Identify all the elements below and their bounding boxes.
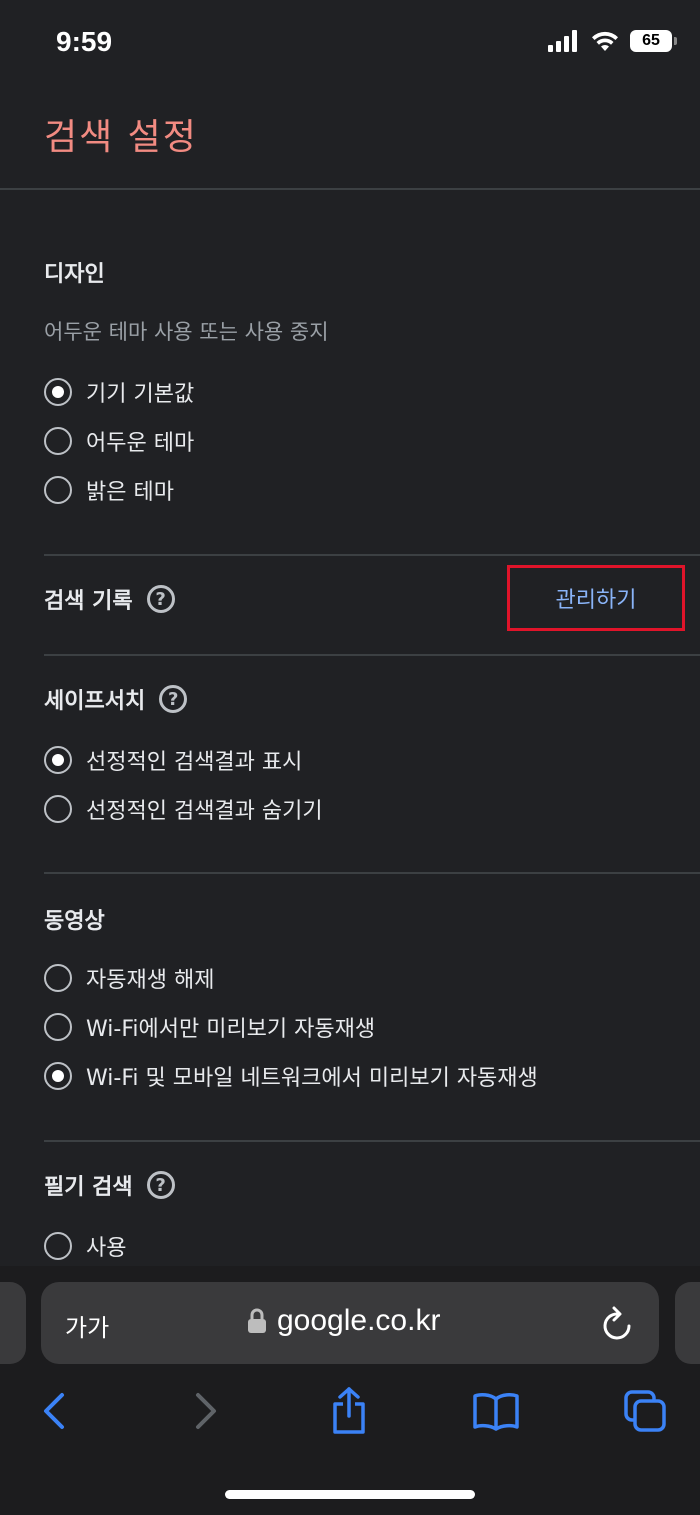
- divider: [44, 872, 700, 874]
- reload-icon[interactable]: [601, 1304, 635, 1342]
- radio-design-dark[interactable]: 어두운 테마: [44, 425, 194, 457]
- radio-button[interactable]: [44, 746, 72, 774]
- next-tab-preview[interactable]: [675, 1282, 700, 1364]
- handwriting-title: 필기 검색: [44, 1175, 133, 1200]
- video-title: 동영상: [44, 909, 105, 934]
- radio-label: 선정적인 검색결과 숨기기: [86, 799, 323, 824]
- section-title-handwriting: 필기 검색 ?: [44, 1169, 175, 1201]
- radio-label: Wi-Fi 및 모바일 네트워크에서 미리보기 자동재생: [86, 1066, 538, 1091]
- chevron-right-icon: [196, 1393, 216, 1429]
- status-time: 9:59: [56, 26, 113, 57]
- section-title-design: 디자인: [44, 256, 105, 288]
- manage-history-link[interactable]: 관리하기: [507, 565, 685, 631]
- radio-label: 기기 기본값: [86, 382, 195, 407]
- address-bar[interactable]: 가가 google.co.kr: [41, 1282, 659, 1364]
- section-title-safesearch: 세이프서치 ?: [44, 683, 188, 715]
- tabs-icon: [624, 1390, 666, 1432]
- radio-button[interactable]: [44, 1062, 72, 1090]
- home-indicator: [225, 1490, 475, 1499]
- radio-button[interactable]: [44, 964, 72, 992]
- forward-button[interactable]: [178, 1384, 232, 1438]
- book-icon: [473, 1393, 519, 1431]
- radio-button[interactable]: [44, 1013, 72, 1041]
- help-icon[interactable]: ?: [146, 1171, 175, 1199]
- share-button[interactable]: [322, 1384, 376, 1438]
- radio-button[interactable]: [44, 427, 72, 455]
- radio-label: 사용: [86, 1236, 127, 1261]
- status-icons: 65: [548, 30, 677, 52]
- radio-safesearch-show[interactable]: 선정적인 검색결과 표시: [44, 744, 302, 776]
- radio-label: 선정적인 검색결과 표시: [86, 750, 303, 775]
- radio-safesearch-hide[interactable]: 선정적인 검색결과 숨기기: [44, 793, 323, 825]
- radio-design-light[interactable]: 밝은 테마: [44, 474, 174, 506]
- safesearch-title: 세이프서치: [44, 689, 146, 714]
- battery-icon: 65: [630, 30, 677, 52]
- radio-video-wifi-only[interactable]: Wi-Fi에서만 미리보기 자동재생: [44, 1011, 375, 1043]
- help-icon[interactable]: ?: [159, 685, 188, 713]
- radio-button[interactable]: [44, 1232, 72, 1260]
- section-title-video: 동영상: [44, 903, 105, 935]
- url-text: google.co.kr: [277, 1304, 441, 1337]
- section-title-history: 검색 기록 ?: [44, 583, 175, 615]
- radio-button[interactable]: [44, 795, 72, 823]
- radio-label: 어두운 테마: [86, 431, 195, 456]
- url-display[interactable]: google.co.kr: [247, 1304, 440, 1338]
- previous-tab-preview[interactable]: [0, 1282, 26, 1364]
- page-title: 검색 설정: [44, 117, 198, 158]
- back-button[interactable]: [28, 1384, 82, 1438]
- tabs-button[interactable]: [618, 1384, 672, 1438]
- signal-icon: [548, 30, 577, 52]
- radio-label: Wi-Fi에서만 미리보기 자동재생: [86, 1017, 376, 1042]
- help-icon[interactable]: ?: [146, 585, 175, 613]
- radio-video-wifi-mobile[interactable]: Wi-Fi 및 모바일 네트워크에서 미리보기 자동재생: [44, 1060, 538, 1092]
- radio-button[interactable]: [44, 476, 72, 504]
- divider: [44, 554, 700, 556]
- history-title: 검색 기록: [44, 589, 133, 614]
- divider: [44, 654, 700, 656]
- text-size-button[interactable]: 가가: [65, 1308, 109, 1343]
- share-icon: [333, 1387, 365, 1434]
- radio-label: 자동재생 해제: [86, 968, 215, 993]
- bookmarks-button[interactable]: [469, 1384, 523, 1438]
- radio-label: 밝은 테마: [86, 480, 174, 505]
- manage-history-label: 관리하기: [555, 588, 637, 613]
- radio-design-device-default[interactable]: 기기 기본값: [44, 376, 194, 408]
- radio-handwriting-on[interactable]: 사용: [44, 1230, 126, 1262]
- wifi-icon: [592, 31, 618, 51]
- radio-button[interactable]: [44, 378, 72, 406]
- radio-video-off[interactable]: 자동재생 해제: [44, 962, 214, 994]
- design-title: 디자인: [44, 262, 105, 287]
- lock-icon: [248, 1308, 266, 1333]
- battery-level: 65: [642, 32, 660, 49]
- divider: [44, 1140, 700, 1142]
- title-divider: [0, 188, 700, 190]
- status-bar: 9:59 65: [0, 0, 700, 85]
- chevron-left-icon: [44, 1393, 64, 1429]
- design-description: 어두운 테마 사용 또는 사용 중지: [44, 320, 329, 344]
